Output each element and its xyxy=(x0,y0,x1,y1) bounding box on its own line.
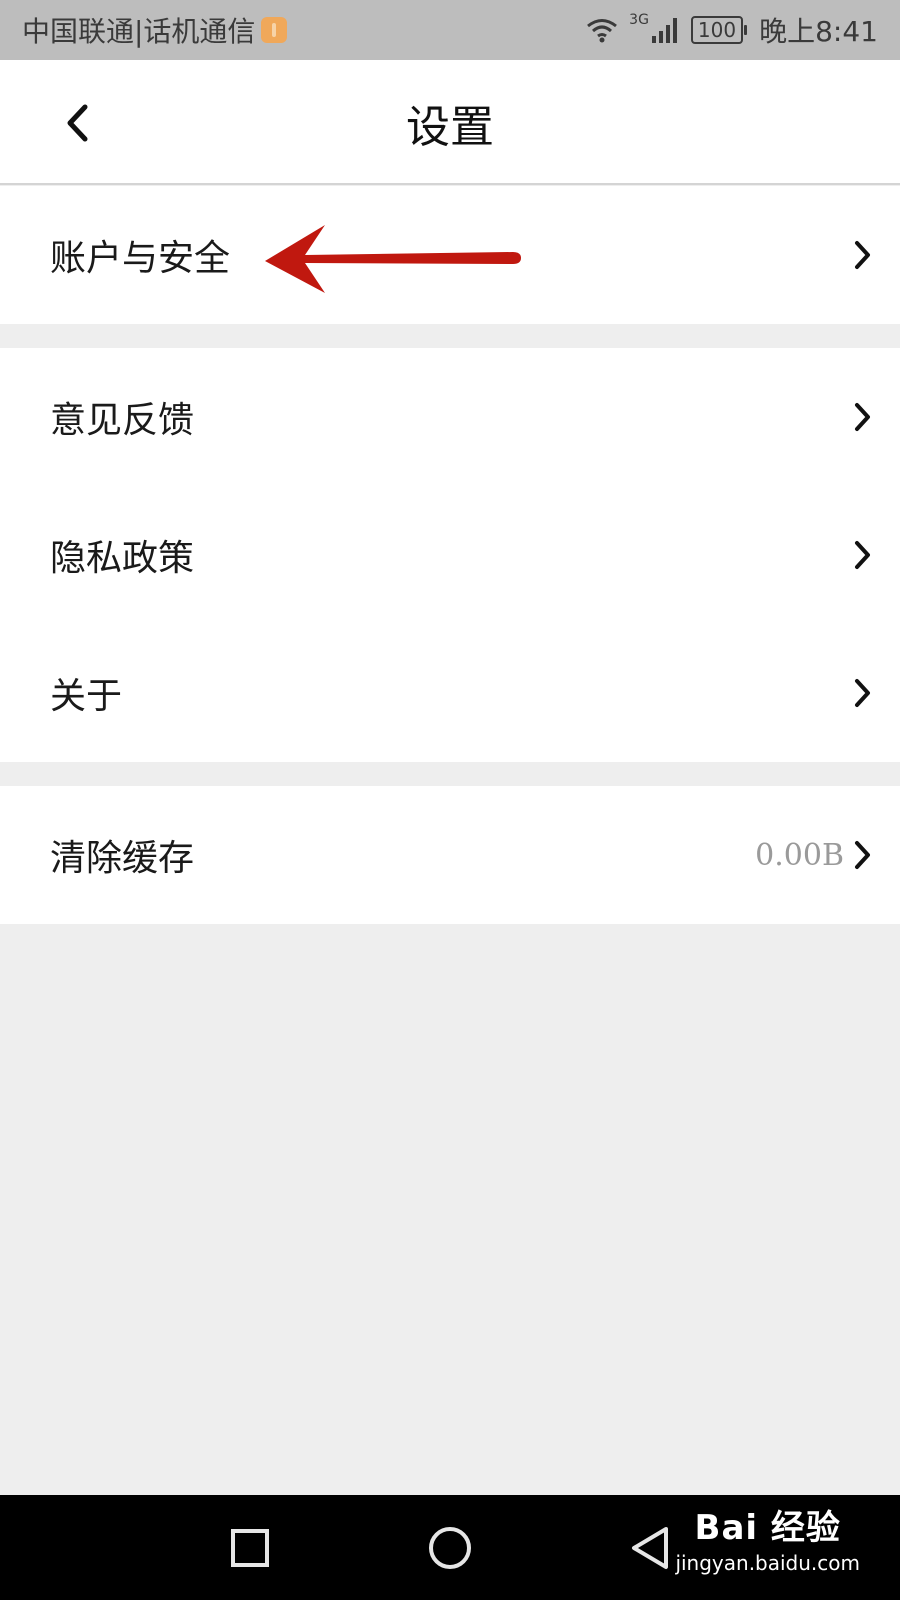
clock: 晚上8:41 xyxy=(759,15,878,48)
chevron-right-icon xyxy=(855,679,870,707)
back-nav-button[interactable] xyxy=(630,1526,670,1570)
chevron-right-icon xyxy=(855,841,870,869)
settings-group-cache: 清除缓存 0.00B xyxy=(0,786,900,924)
red-arrow-icon xyxy=(265,225,521,293)
battery-icon: 100 xyxy=(690,16,748,44)
row-right xyxy=(852,401,874,433)
settings-group-info: 意见反馈 隐私政策 关于 xyxy=(0,348,900,762)
row-feedback[interactable]: 意见反馈 xyxy=(0,348,900,486)
chevron-right-icon xyxy=(855,541,870,569)
row-right xyxy=(852,239,874,271)
cache-size: 0.00B xyxy=(755,837,844,873)
baidu-watermark: Bai 经验 jingyan.baidu.com xyxy=(675,1500,860,1575)
recents-button[interactable] xyxy=(230,1528,270,1568)
signal-icon xyxy=(651,18,677,43)
battery-level: 100 xyxy=(697,18,737,42)
row-label: 意见反馈 xyxy=(50,400,195,441)
row-clear-cache[interactable]: 清除缓存 0.00B xyxy=(0,786,900,924)
row-label: 账户与安全 xyxy=(50,238,231,279)
chevron-right-icon xyxy=(855,241,870,269)
header: 设置 xyxy=(0,60,900,185)
network-type: 3G xyxy=(629,12,649,28)
row-about[interactable]: 关于 xyxy=(0,624,900,762)
row-privacy-policy[interactable]: 隐私政策 xyxy=(0,486,900,624)
carrier-name: 中国联通|话机通信 xyxy=(22,15,256,48)
notification-icon xyxy=(261,17,288,43)
row-right: 0.00B xyxy=(755,838,874,873)
watermark-logo: Bai 经验 xyxy=(694,1508,841,1548)
page-title: 设置 xyxy=(406,101,494,153)
row-label: 隐私政策 xyxy=(50,538,195,579)
row-label: 关于 xyxy=(50,676,123,717)
status-bar: 中国联通|话机通信 3G 100 晚上8:41 xyxy=(0,0,900,60)
row-right xyxy=(852,677,874,709)
row-right xyxy=(852,539,874,571)
home-button[interactable] xyxy=(428,1526,472,1570)
wifi-icon xyxy=(587,19,618,43)
status-left: 中国联通|话机通信 xyxy=(22,10,288,50)
status-right: 3G 100 晚上8:41 xyxy=(585,10,878,50)
row-label: 清除缓存 xyxy=(50,838,195,879)
watermark-url: jingyan.baidu.com xyxy=(675,1551,860,1575)
chevron-right-icon xyxy=(855,403,870,431)
